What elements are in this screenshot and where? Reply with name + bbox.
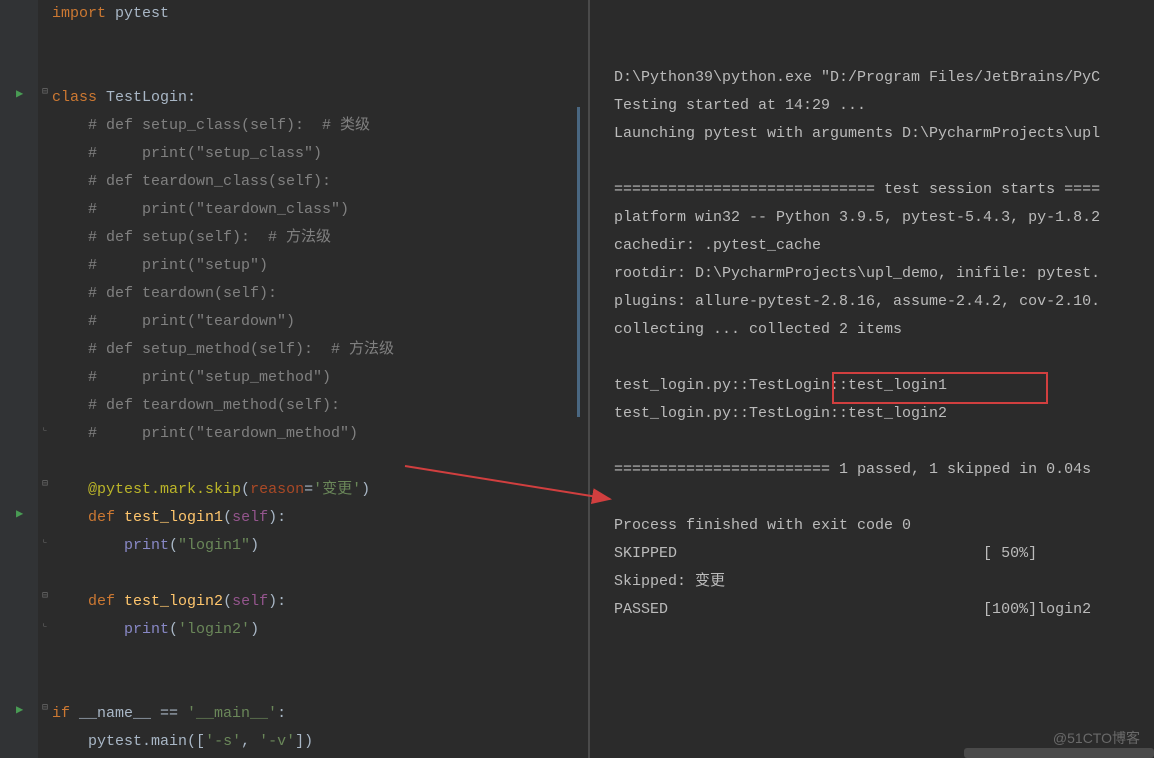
- code-line[interactable]: if __name__ == '__main__':: [52, 700, 394, 728]
- output-line: PASSED [100%]login2: [614, 596, 1154, 624]
- code-line[interactable]: # print("teardown_method"): [52, 420, 394, 448]
- output-line: Testing started at 14:29 ...: [614, 92, 1154, 120]
- output-line: ======================== 1 passed, 1 ski…: [614, 456, 1154, 484]
- fold-icon[interactable]: ⌞: [38, 422, 52, 434]
- output-line: rootdir: D:\PycharmProjects\upl_demo, in…: [614, 260, 1154, 288]
- fold-icon[interactable]: ⌞: [38, 534, 52, 546]
- output-line: cachedir: .pytest_cache: [614, 232, 1154, 260]
- output-line: Launching pytest with arguments D:\Pycha…: [614, 120, 1154, 148]
- code-line[interactable]: # print("teardown_class"): [52, 196, 394, 224]
- code-line[interactable]: # print("setup_class"): [52, 140, 394, 168]
- fold-icon[interactable]: ⌞: [38, 618, 52, 630]
- code-line[interactable]: [52, 644, 394, 672]
- code-line[interactable]: # print("setup"): [52, 252, 394, 280]
- horizontal-scrollbar[interactable]: [964, 748, 1154, 758]
- output-line: collecting ... collected 2 items: [614, 316, 1154, 344]
- code-line[interactable]: class TestLogin:: [52, 84, 394, 112]
- code-editor[interactable]: ▶ ▶ ▶ import pytest class TestLogin: # def …: [0, 0, 590, 758]
- run-output[interactable]: D:\Python39\python.exe "D:/Program Files…: [590, 0, 1154, 758]
- fold-icon[interactable]: ⊟: [38, 478, 52, 490]
- code-line[interactable]: # print("teardown"): [52, 308, 394, 336]
- fold-icon[interactable]: ⊟: [38, 86, 52, 98]
- output-line: D:\Python39\python.exe "D:/Program Files…: [614, 64, 1154, 92]
- code-line[interactable]: [52, 56, 394, 84]
- code-line[interactable]: import pytest: [52, 0, 394, 28]
- editor-gutter: ▶ ▶ ▶: [0, 0, 38, 758]
- code-line[interactable]: # def setup_class(self): # 类级: [52, 112, 394, 140]
- run-gutter-icon[interactable]: ▶: [16, 86, 23, 101]
- current-line-indicator: [577, 107, 580, 417]
- code-line[interactable]: # def teardown(self):: [52, 280, 394, 308]
- output-line: [614, 344, 1154, 372]
- code-line[interactable]: [52, 560, 394, 588]
- code-line[interactable]: # def teardown_method(self):: [52, 392, 394, 420]
- output-line: [614, 148, 1154, 176]
- output-line: plugins: allure-pytest-2.8.16, assume-2.…: [614, 288, 1154, 316]
- fold-icon[interactable]: ⊟: [38, 590, 52, 602]
- output-line: [614, 428, 1154, 456]
- code-line[interactable]: [52, 448, 394, 476]
- code-line[interactable]: [52, 672, 394, 700]
- run-gutter-icon[interactable]: ▶: [16, 702, 23, 717]
- code-line[interactable]: # def teardown_class(self):: [52, 168, 394, 196]
- output-line: ============================= test sessi…: [614, 176, 1154, 204]
- fold-icon[interactable]: ⊟: [38, 702, 52, 714]
- output-line: test_login.py::TestLogin::test_login2: [614, 400, 1154, 428]
- code-line[interactable]: [52, 28, 394, 56]
- code-line[interactable]: # print("setup_method"): [52, 364, 394, 392]
- output-line: SKIPPED [ 50%]: [614, 540, 1154, 568]
- output-line: platform win32 -- Python 3.9.5, pytest-5…: [614, 204, 1154, 232]
- output-line: Skipped: 变更: [614, 568, 1154, 596]
- code-line[interactable]: def test_login2(self):: [52, 588, 394, 616]
- output-line: [614, 484, 1154, 512]
- code-line[interactable]: pytest.main(['-s', '-v']): [52, 728, 394, 756]
- code-line[interactable]: @pytest.mark.skip(reason='变更'): [52, 476, 394, 504]
- code-line[interactable]: def test_login1(self):: [52, 504, 394, 532]
- code-line[interactable]: print("login1"): [52, 532, 394, 560]
- result-highlight-box: [832, 372, 1048, 404]
- output-line: Process finished with exit code 0: [614, 512, 1154, 540]
- code-line[interactable]: print('login2'): [52, 616, 394, 644]
- run-gutter-icon[interactable]: ▶: [16, 506, 23, 521]
- code-line[interactable]: # def setup(self): # 方法级: [52, 224, 394, 252]
- code-line[interactable]: # def setup_method(self): # 方法级: [52, 336, 394, 364]
